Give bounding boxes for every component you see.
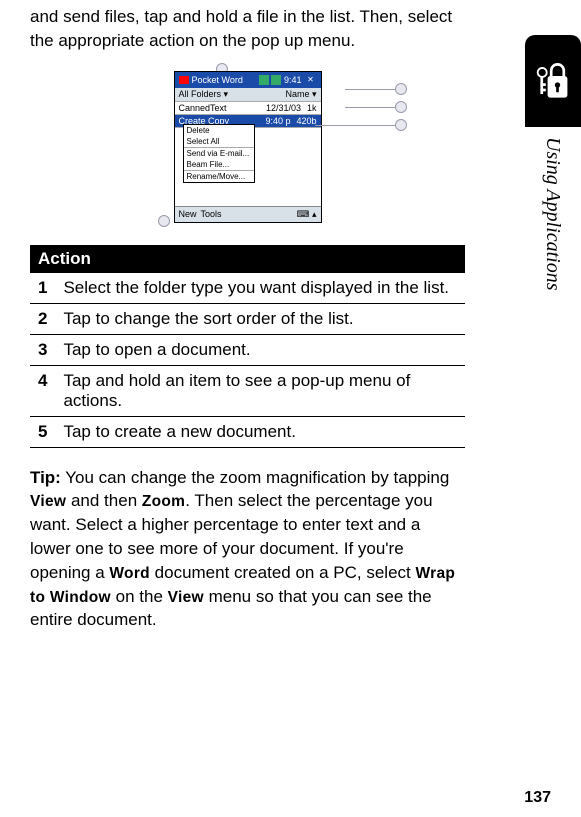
tip-label: Tip: bbox=[30, 468, 61, 487]
page-number: 137 bbox=[524, 789, 551, 807]
tab-icon-box bbox=[525, 35, 581, 127]
sort-dropdown: Name ▾ bbox=[285, 89, 316, 100]
footer-tools: Tools bbox=[201, 209, 222, 220]
footer-new: New bbox=[179, 209, 197, 220]
table-header: Action bbox=[30, 245, 465, 273]
sc-titlebar: Pocket Word 9:41 ✕ bbox=[175, 72, 321, 88]
section-label: Using Applications bbox=[541, 137, 564, 291]
table-row: 1Select the folder type you want display… bbox=[30, 273, 465, 304]
key-lock-icon bbox=[535, 56, 571, 106]
context-menu: Delete Select All Send via E-mail... Bea… bbox=[183, 124, 255, 183]
pocketword-screenshot: Pocket Word 9:41 ✕ All Folders ▾ Name ▾ … bbox=[174, 71, 322, 223]
sc-time: 9:41 bbox=[284, 75, 302, 85]
menu-delete: Delete bbox=[184, 125, 254, 136]
callout-2 bbox=[395, 83, 407, 95]
close-icon: ✕ bbox=[305, 74, 317, 86]
side-tab: Using Applications bbox=[525, 35, 581, 335]
sc-footer: New Tools ⌨ ▴ bbox=[175, 206, 321, 222]
intro-paragraph: and send files, tap and hold a file in t… bbox=[30, 5, 465, 53]
callout-3 bbox=[395, 101, 407, 113]
menu-select-all: Select All bbox=[184, 136, 254, 147]
start-icon bbox=[179, 76, 189, 84]
callout-4 bbox=[395, 119, 407, 131]
signal-icon bbox=[259, 75, 269, 85]
menu-beam: Beam File... bbox=[184, 159, 254, 170]
screenshot-figure: Pocket Word 9:41 ✕ All Folders ▾ Name ▾ … bbox=[30, 71, 465, 223]
sc-app-title: Pocket Word bbox=[192, 75, 243, 85]
table-row: 4Tap and hold an item to see a pop-up me… bbox=[30, 365, 465, 416]
callout-5 bbox=[158, 215, 170, 227]
table-row: 3Tap to open a document. bbox=[30, 334, 465, 365]
sc-header-row: All Folders ▾ Name ▾ bbox=[175, 88, 321, 102]
volume-icon bbox=[271, 75, 281, 85]
sc-file-row: CannedText 12/31/03 1k bbox=[175, 102, 321, 115]
action-table: Action 1Select the folder type you want … bbox=[30, 245, 465, 448]
table-row: 2Tap to change the sort order of the lis… bbox=[30, 303, 465, 334]
keyboard-icon: ⌨ ▴ bbox=[296, 209, 316, 220]
tip-paragraph: Tip: You can change the zoom magnificati… bbox=[30, 466, 465, 633]
menu-send-email: Send via E-mail... bbox=[184, 148, 254, 159]
menu-rename: Rename/Move... bbox=[184, 171, 254, 182]
folders-dropdown: All Folders ▾ bbox=[179, 89, 286, 100]
table-row: 5Tap to create a new document. bbox=[30, 416, 465, 447]
